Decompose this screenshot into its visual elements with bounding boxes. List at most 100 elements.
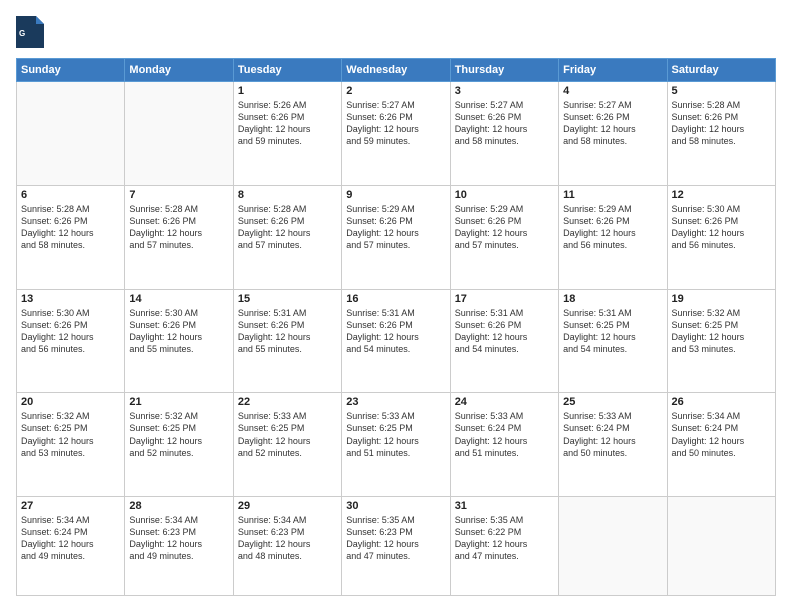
day-info: Sunrise: 5:33 AM Sunset: 6:24 PM Dayligh… — [563, 410, 662, 459]
day-info: Sunrise: 5:29 AM Sunset: 6:26 PM Dayligh… — [455, 203, 554, 252]
day-number: 1 — [238, 85, 337, 97]
day-info: Sunrise: 5:28 AM Sunset: 6:26 PM Dayligh… — [21, 203, 120, 252]
logo-icon: G — [16, 16, 44, 48]
day-number: 7 — [129, 189, 228, 201]
day-info: Sunrise: 5:31 AM Sunset: 6:26 PM Dayligh… — [238, 307, 337, 356]
day-info: Sunrise: 5:28 AM Sunset: 6:26 PM Dayligh… — [238, 203, 337, 252]
day-info: Sunrise: 5:31 AM Sunset: 6:26 PM Dayligh… — [455, 307, 554, 356]
day-number: 8 — [238, 189, 337, 201]
weekday-header-row: SundayMondayTuesdayWednesdayThursdayFrid… — [17, 59, 776, 82]
calendar-cell: 22 Sunrise: 5:33 AM Sunset: 6:25 PM Dayli… — [233, 393, 341, 497]
calendar-cell: 11Sunrise: 5:29 AM Sunset: 6:26 PM Dayli… — [559, 185, 667, 289]
day-number: 17 — [455, 293, 554, 305]
day-info: Sunrise: 5:27 AM Sunset: 6:26 PM Dayligh… — [346, 99, 445, 148]
day-number: 25 — [563, 396, 662, 408]
calendar-cell: 12 Sunrise: 5:30 AM Sunset: 6:26 PM Dayli… — [667, 185, 775, 289]
day-info: Sunrise: 5:30 AM Sunset: 6:26 PM Dayligh… — [129, 307, 228, 356]
calendar-cell: 26 Sunrise: 5:34 AM Sunset: 6:24 PM Dayli… — [667, 393, 775, 497]
day-number: 26 — [672, 396, 771, 408]
week-row-4: 20 Sunrise: 5:32 AM Sunset: 6:25 PM Dayli… — [17, 393, 776, 497]
day-info: Sunrise: 5:29 AM Sunset: 6:26 PM Dayligh… — [346, 203, 445, 252]
weekday-header-thursday: Thursday — [450, 59, 558, 82]
day-number: 5 — [672, 85, 771, 97]
calendar-cell: 5 Sunrise: 5:28 AM Sunset: 6:26 PM Daylig… — [667, 82, 775, 186]
day-number: 22 — [238, 396, 337, 408]
calendar-cell: 30 Sunrise: 5:35 AM Sunset: 6:23 PM Dayli… — [342, 497, 450, 596]
day-info: Sunrise: 5:27 AM Sunset: 6:26 PM Dayligh… — [563, 99, 662, 148]
day-info: Sunrise: 5:27 AM Sunset: 6:26 PM Dayligh… — [455, 99, 554, 148]
day-number: 14 — [129, 293, 228, 305]
day-number: 28 — [129, 500, 228, 512]
calendar-cell — [559, 497, 667, 596]
day-info: Sunrise: 5:32 AM Sunset: 6:25 PM Dayligh… — [129, 410, 228, 459]
weekday-header-sunday: Sunday — [17, 59, 125, 82]
calendar-cell: 8 Sunrise: 5:28 AM Sunset: 6:26 PM Daylig… — [233, 185, 341, 289]
calendar-cell: 14 Sunrise: 5:30 AM Sunset: 6:26 PM Dayli… — [125, 289, 233, 393]
page: G SundayMondayTuesdayWednesdayThursdayFr… — [0, 0, 792, 612]
weekday-header-friday: Friday — [559, 59, 667, 82]
calendar-cell: 9 Sunrise: 5:29 AM Sunset: 6:26 PM Daylig… — [342, 185, 450, 289]
calendar-cell: 16Sunrise: 5:31 AM Sunset: 6:26 PM Dayli… — [342, 289, 450, 393]
day-number: 30 — [346, 500, 445, 512]
day-info: Sunrise: 5:32 AM Sunset: 6:25 PM Dayligh… — [672, 307, 771, 356]
day-info: Sunrise: 5:32 AM Sunset: 6:25 PM Dayligh… — [21, 410, 120, 459]
day-number: 23 — [346, 396, 445, 408]
day-info: Sunrise: 5:34 AM Sunset: 6:23 PM Dayligh… — [129, 514, 228, 563]
calendar-cell: 23 Sunrise: 5:33 AM Sunset: 6:25 PM Dayli… — [342, 393, 450, 497]
calendar-cell: 25 Sunrise: 5:33 AM Sunset: 6:24 PM Dayli… — [559, 393, 667, 497]
weekday-header-monday: Monday — [125, 59, 233, 82]
calendar-cell: 6 Sunrise: 5:28 AM Sunset: 6:26 PM Daylig… — [17, 185, 125, 289]
calendar-cell: 2 Sunrise: 5:27 AM Sunset: 6:26 PM Daylig… — [342, 82, 450, 186]
calendar-cell: 29 Sunrise: 5:34 AM Sunset: 6:23 PM Dayli… — [233, 497, 341, 596]
week-row-3: 13 Sunrise: 5:30 AM Sunset: 6:26 PM Dayli… — [17, 289, 776, 393]
week-row-1: 1Sunrise: 5:26 AM Sunset: 6:26 PM Daylig… — [17, 82, 776, 186]
day-info: Sunrise: 5:28 AM Sunset: 6:26 PM Dayligh… — [129, 203, 228, 252]
day-info: Sunrise: 5:28 AM Sunset: 6:26 PM Dayligh… — [672, 99, 771, 148]
calendar-cell — [667, 497, 775, 596]
calendar-cell: 3Sunrise: 5:27 AM Sunset: 6:26 PM Daylig… — [450, 82, 558, 186]
day-number: 27 — [21, 500, 120, 512]
calendar-cell: 27 Sunrise: 5:34 AM Sunset: 6:24 PM Dayli… — [17, 497, 125, 596]
week-row-5: 27 Sunrise: 5:34 AM Sunset: 6:24 PM Dayli… — [17, 497, 776, 596]
day-info: Sunrise: 5:30 AM Sunset: 6:26 PM Dayligh… — [672, 203, 771, 252]
calendar-cell: 18Sunrise: 5:31 AM Sunset: 6:25 PM Dayli… — [559, 289, 667, 393]
calendar-cell: 20 Sunrise: 5:32 AM Sunset: 6:25 PM Dayli… — [17, 393, 125, 497]
week-row-2: 6 Sunrise: 5:28 AM Sunset: 6:26 PM Daylig… — [17, 185, 776, 289]
day-number: 10 — [455, 189, 554, 201]
day-info: Sunrise: 5:29 AM Sunset: 6:26 PM Dayligh… — [563, 203, 662, 252]
day-number: 12 — [672, 189, 771, 201]
calendar-cell: 1Sunrise: 5:26 AM Sunset: 6:26 PM Daylig… — [233, 82, 341, 186]
header: G — [16, 16, 776, 48]
day-info: Sunrise: 5:34 AM Sunset: 6:23 PM Dayligh… — [238, 514, 337, 563]
calendar-cell: 31 Sunrise: 5:35 AM Sunset: 6:22 PM Dayli… — [450, 497, 558, 596]
logo: G — [16, 16, 48, 48]
day-info: Sunrise: 5:34 AM Sunset: 6:24 PM Dayligh… — [672, 410, 771, 459]
calendar-cell: 17 Sunrise: 5:31 AM Sunset: 6:26 PM Dayli… — [450, 289, 558, 393]
day-info: Sunrise: 5:35 AM Sunset: 6:22 PM Dayligh… — [455, 514, 554, 563]
day-number: 19 — [672, 293, 771, 305]
calendar-table: SundayMondayTuesdayWednesdayThursdayFrid… — [16, 58, 776, 596]
day-number: 18 — [563, 293, 662, 305]
day-number: 15 — [238, 293, 337, 305]
day-number: 31 — [455, 500, 554, 512]
day-number: 20 — [21, 396, 120, 408]
day-info: Sunrise: 5:33 AM Sunset: 6:25 PM Dayligh… — [238, 410, 337, 459]
day-number: 13 — [21, 293, 120, 305]
weekday-header-saturday: Saturday — [667, 59, 775, 82]
day-number: 24 — [455, 396, 554, 408]
day-number: 29 — [238, 500, 337, 512]
calendar-cell — [125, 82, 233, 186]
day-number: 6 — [21, 189, 120, 201]
day-info: Sunrise: 5:34 AM Sunset: 6:24 PM Dayligh… — [21, 514, 120, 563]
day-number: 2 — [346, 85, 445, 97]
calendar-cell: 7 Sunrise: 5:28 AM Sunset: 6:26 PM Daylig… — [125, 185, 233, 289]
day-info: Sunrise: 5:33 AM Sunset: 6:25 PM Dayligh… — [346, 410, 445, 459]
svg-text:G: G — [19, 29, 25, 38]
calendar-cell: 10 Sunrise: 5:29 AM Sunset: 6:26 PM Dayli… — [450, 185, 558, 289]
day-number: 9 — [346, 189, 445, 201]
calendar-cell: 28 Sunrise: 5:34 AM Sunset: 6:23 PM Dayli… — [125, 497, 233, 596]
day-number: 4 — [563, 85, 662, 97]
calendar-cell — [17, 82, 125, 186]
day-info: Sunrise: 5:35 AM Sunset: 6:23 PM Dayligh… — [346, 514, 445, 563]
day-info: Sunrise: 5:33 AM Sunset: 6:24 PM Dayligh… — [455, 410, 554, 459]
